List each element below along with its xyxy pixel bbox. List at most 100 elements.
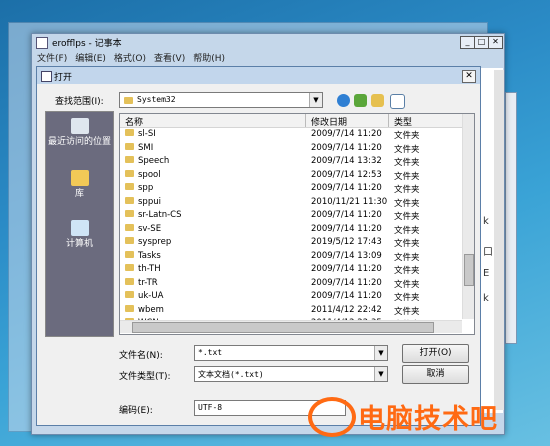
up-folder-icon[interactable] <box>354 94 367 107</box>
folder-icon <box>125 291 134 298</box>
places-bar: 最近访问的位置 库 计算机 <box>45 111 114 337</box>
file-name: tr-TR <box>138 277 158 288</box>
file-date: 2009/7/14 11:20 <box>311 183 382 193</box>
chevron-down-icon[interactable]: ▼ <box>309 93 322 107</box>
file-row[interactable]: spool 2009/7/14 12:53 文件夹 <box>120 169 462 183</box>
file-row[interactable]: sppui 2010/11/21 11:30 文件夹 <box>120 196 462 210</box>
file-row[interactable]: sr-Latn-CS 2009/7/14 11:20 文件夹 <box>120 209 462 223</box>
filename-label: 文件名(N): <box>119 351 163 361</box>
place-computer[interactable]: 计算机 <box>46 220 113 250</box>
new-folder-icon[interactable] <box>371 94 384 107</box>
notepad-icon <box>36 37 48 49</box>
menu-format[interactable]: 格式(O) <box>114 51 146 64</box>
edge-text: 口 <box>483 247 493 258</box>
file-row[interactable]: sl-SI 2009/7/14 11:20 文件夹 <box>120 128 462 142</box>
file-row[interactable]: Tasks 2009/7/14 13:09 文件夹 <box>120 250 462 264</box>
folder-icon <box>125 210 134 217</box>
file-row[interactable]: uk-UA 2009/7/14 11:20 文件夹 <box>120 290 462 304</box>
back-icon[interactable] <box>337 94 350 107</box>
folder-icon <box>125 264 134 271</box>
view-menu-icon[interactable] <box>390 94 405 109</box>
file-row[interactable]: wbem 2011/4/12 22:42 文件夹 <box>120 304 462 318</box>
file-row[interactable]: sysprep 2019/5/12 17:43 文件夹 <box>120 236 462 250</box>
file-row[interactable]: sv-SE 2009/7/14 11:20 文件夹 <box>120 223 462 237</box>
menu-view[interactable]: 查看(V) <box>154 51 185 64</box>
filetype-value: 文本文档(*.txt) <box>198 370 264 379</box>
folder-icon <box>125 156 134 163</box>
folder-icon <box>125 183 134 190</box>
horizontal-scrollbar[interactable] <box>120 320 462 333</box>
notepad-scrollbar[interactable] <box>494 70 504 410</box>
file-name: wbem <box>138 304 164 315</box>
file-date: 2009/7/14 11:20 <box>311 264 382 274</box>
open-dialog: 打开 ✕ 查找范围(I): System32 ▼ 最近访问的位置 库 计算机 名… <box>36 66 481 426</box>
place-label: 计算机 <box>65 239 93 249</box>
chevron-down-icon[interactable]: ▼ <box>374 346 387 360</box>
file-row[interactable]: SMI 2009/7/14 11:20 文件夹 <box>120 142 462 156</box>
watermark: 电脑技术吧 <box>308 392 548 437</box>
file-date: 2009/7/14 11:20 <box>311 210 382 220</box>
file-name: sppui <box>138 196 161 207</box>
dialog-close-button[interactable]: ✕ <box>462 70 476 83</box>
list-header: 名称 修改日期 类型 <box>120 114 462 128</box>
file-name: Tasks <box>138 250 161 261</box>
scroll-thumb[interactable] <box>464 254 474 286</box>
menu-help[interactable]: 帮助(H) <box>193 51 225 64</box>
file-date: 2009/7/14 11:20 <box>311 291 382 301</box>
file-date: 2009/7/14 11:20 <box>311 142 382 153</box>
folder-icon <box>125 142 134 150</box>
filetype-select[interactable]: 文本文档(*.txt) ▼ <box>194 366 388 382</box>
column-name[interactable]: 名称 <box>125 115 143 128</box>
filetype-label: 文件类型(T): <box>119 372 171 382</box>
look-in-label: 查找范围(I): <box>55 97 104 107</box>
notepad-title-bar: erofflps - 记事本 _ □ ✕ <box>32 34 504 49</box>
folder-icon <box>125 196 134 204</box>
cancel-button[interactable]: 取消 <box>402 365 469 384</box>
minimize-button[interactable]: _ <box>460 36 475 49</box>
dialog-title: 打开 <box>54 73 73 83</box>
column-date[interactable]: 修改日期 <box>311 115 347 128</box>
file-row[interactable]: spp 2009/7/14 11:20 文件夹 <box>120 182 462 196</box>
file-type: 文件夹 <box>394 158 420 168</box>
file-date: 2009/7/14 11:20 <box>311 277 382 288</box>
recent-places-icon <box>70 118 89 134</box>
folder-icon <box>125 169 134 177</box>
file-name: sysprep <box>138 237 172 247</box>
file-type: 文件夹 <box>394 185 420 195</box>
file-type: 文件夹 <box>394 171 420 182</box>
file-list[interactable]: 名称 修改日期 类型 sl-SI 2009/7/14 11:20 文件夹 SMI 200… <box>119 113 475 335</box>
place-recent[interactable]: 最近访问的位置 <box>46 118 113 148</box>
file-date: 2009/7/14 13:09 <box>311 250 382 261</box>
maximize-button[interactable]: □ <box>474 36 489 49</box>
file-row[interactable]: th-TH 2009/7/14 11:20 文件夹 <box>120 263 462 277</box>
file-date: 2010/11/21 11:30 <box>311 196 388 207</box>
open-button[interactable]: 打开(O) <box>402 344 469 363</box>
file-type: 文件夹 <box>394 293 420 303</box>
scroll-thumb[interactable] <box>132 322 434 333</box>
column-type[interactable]: 类型 <box>394 115 412 128</box>
look-in-combo[interactable]: System32 ▼ <box>119 92 323 108</box>
notepad-menu-bar: 文件(F) 编辑(E) 格式(O) 查看(V) 帮助(H) <box>37 51 225 64</box>
file-type: 文件夹 <box>394 239 420 249</box>
file-type: 文件夹 <box>394 279 420 290</box>
encoding-label: 编码(E): <box>119 406 153 416</box>
menu-edit[interactable]: 编辑(E) <box>75 51 106 64</box>
file-name: spp <box>138 183 154 193</box>
close-button[interactable]: ✕ <box>488 36 503 49</box>
vertical-scrollbar[interactable] <box>462 114 474 319</box>
edge-text: E <box>483 268 490 279</box>
filename-input[interactable]: *.txt ▼ <box>194 345 388 361</box>
folder-icon <box>125 250 134 258</box>
menu-file[interactable]: 文件(F) <box>37 51 67 64</box>
dialog-icon <box>41 71 52 82</box>
folder-icon <box>125 304 134 312</box>
file-name: spool <box>138 169 161 180</box>
file-type: 文件夹 <box>394 225 420 236</box>
file-row[interactable]: tr-TR 2009/7/14 11:20 文件夹 <box>120 277 462 291</box>
chevron-down-icon[interactable]: ▼ <box>374 367 387 381</box>
dialog-title-bar: 打开 ✕ <box>37 67 480 84</box>
notepad-title: erofflps - 记事本 <box>52 39 122 49</box>
file-type: 文件夹 <box>394 306 420 317</box>
place-libraries[interactable]: 库 <box>46 170 113 200</box>
file-row[interactable]: Speech 2009/7/14 13:32 文件夹 <box>120 155 462 169</box>
